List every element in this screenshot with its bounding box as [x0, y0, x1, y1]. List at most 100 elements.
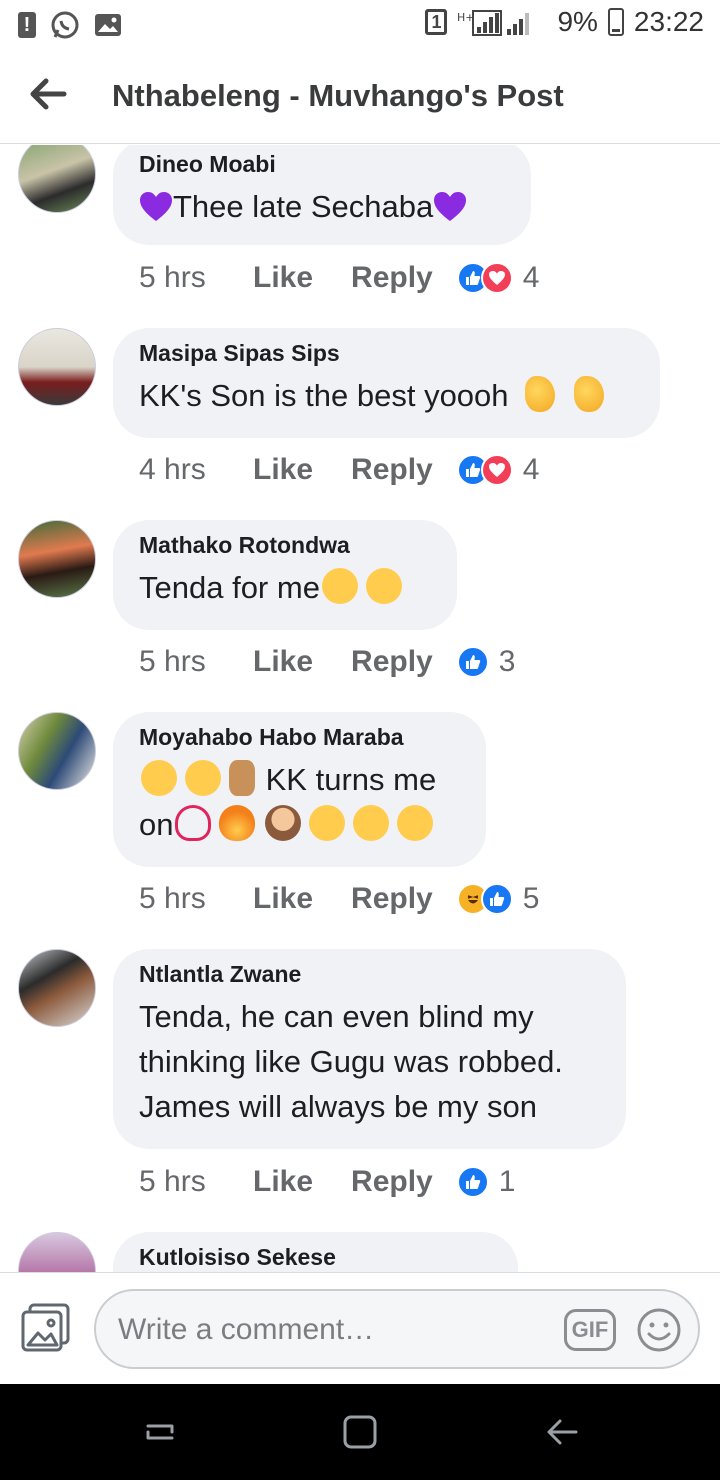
comment-time: 5 hrs: [139, 645, 206, 678]
alert-icon: !: [18, 12, 36, 38]
status-left-icons: !: [18, 10, 122, 40]
reaction-count: 4: [522, 453, 540, 486]
back-arrow-icon[interactable]: [26, 72, 70, 116]
comment-text: KK turns me: [139, 757, 460, 802]
love-reaction-icon: [480, 454, 513, 486]
purple-heart-emoji-icon: [140, 192, 172, 221]
crossed-fingers-emoji-icon: [229, 760, 255, 796]
comment-bubble[interactable]: Ntlantla Zwane Tenda, he can even blind …: [113, 949, 626, 1149]
tears-of-joy-emoji-icon: [185, 760, 221, 796]
comment-text-line2: on: [139, 802, 460, 847]
comments-list[interactable]: Dineo Moabi Thee late Sechaba 5 hrs Like…: [0, 145, 720, 1272]
comment-meta: 5 hrs Like Reply 5: [139, 882, 539, 916]
comment-text-line1: Tenda, he can even blind my: [139, 999, 534, 1034]
comment-composer: Write a comment… GIF: [0, 1272, 720, 1384]
yum-face-emoji-icon: [321, 568, 358, 604]
post-header: Nthabeleng - Muvhango's Post: [0, 50, 720, 144]
reaction-count: 3: [498, 645, 516, 678]
purple-heart-emoji-icon: [434, 192, 467, 221]
reaction-count: 1: [498, 1165, 516, 1198]
love-reaction-icon: [480, 262, 513, 294]
heart-eyes-emoji-icon: [309, 805, 346, 841]
reactions-summary[interactable]: 1: [456, 1165, 516, 1199]
comment-time: 4 hrs: [139, 453, 206, 486]
rofl-emoji-icon: [141, 760, 177, 796]
reactions-summary[interactable]: 4: [456, 453, 540, 487]
svg-text:H+: H+: [457, 11, 475, 24]
like-reaction-icon: [480, 883, 513, 915]
comment-text-line2: thinking like Gugu was robbed.: [139, 1044, 563, 1079]
ok-hand-emoji-icon: [525, 376, 556, 412]
system-nav-bar: [0, 1384, 720, 1480]
signal-icon: H+: [457, 10, 530, 36]
like-button[interactable]: Like: [253, 882, 313, 916]
comment-text-line3: James will always be my son: [139, 1089, 537, 1124]
recents-icon[interactable]: [140, 1412, 180, 1452]
kissing-face-emoji-icon: [365, 568, 402, 604]
kissing-heart-emoji-icon: [353, 805, 390, 841]
emoji-icon[interactable]: [636, 1307, 682, 1353]
comment-time: 5 hrs: [139, 261, 206, 294]
fire-emoji-icon: [219, 805, 256, 841]
page-title: Nthabeleng - Muvhango's Post: [112, 78, 564, 113]
reply-button[interactable]: Reply: [351, 882, 433, 916]
comment-bubble[interactable]: Kutloisiso Sekese: [113, 1232, 518, 1272]
reply-button[interactable]: Reply: [351, 261, 433, 295]
comment-text: Thee late Sechaba: [139, 184, 505, 229]
ok-hand-emoji-icon: [573, 376, 604, 412]
commenter-name[interactable]: Masipa Sipas Sips: [139, 340, 634, 367]
like-reaction-icon: [456, 646, 489, 678]
comment-bubble[interactable]: Mathako Rotondwa Tenda for me: [113, 520, 457, 630]
comment-meta: 5 hrs Like Reply 3: [139, 645, 515, 679]
avatar[interactable]: [18, 145, 96, 213]
commenter-name[interactable]: Mathako Rotondwa: [139, 532, 431, 559]
commenter-name[interactable]: Dineo Moabi: [139, 151, 505, 178]
comment-meta: 5 hrs Like Reply 1: [139, 1165, 515, 1199]
like-button[interactable]: Like: [253, 261, 313, 295]
comment-bubble[interactable]: Moyahabo Habo Maraba KK turns me on: [113, 712, 486, 867]
clock: 23:22: [633, 6, 704, 37]
comment-text: Tenda for me: [139, 565, 431, 610]
reply-button[interactable]: Reply: [351, 645, 433, 679]
status-right-icons: 1 H+ 9% 23:22: [425, 6, 704, 38]
like-reaction-icon: [456, 1166, 489, 1198]
battery-percent: 9%: [557, 6, 598, 37]
commenter-name[interactable]: Kutloisiso Sekese: [139, 1244, 492, 1271]
sim-badge: 1: [425, 9, 448, 35]
commenter-name[interactable]: Moyahabo Habo Maraba: [139, 724, 460, 751]
comment-bubble[interactable]: Dineo Moabi Thee late Sechaba: [113, 145, 531, 245]
status-bar: ! 1 H+ 9% 23:22: [0, 0, 720, 50]
avatar[interactable]: [18, 328, 96, 406]
comment-time: 5 hrs: [139, 1165, 206, 1198]
comment-meta: 5 hrs Like Reply 4: [139, 261, 539, 295]
like-button[interactable]: Like: [253, 645, 313, 679]
avatar[interactable]: [18, 520, 96, 598]
comment-bubble[interactable]: Masipa Sipas Sips KK's Son is the best y…: [113, 328, 660, 438]
reactions-summary[interactable]: 5: [456, 882, 540, 916]
home-icon[interactable]: [340, 1412, 380, 1452]
like-button[interactable]: Like: [253, 453, 313, 487]
reactions-summary[interactable]: 4: [456, 261, 540, 295]
avatar[interactable]: [18, 1232, 96, 1272]
gif-button[interactable]: GIF: [564, 1309, 616, 1351]
reaction-count: 4: [522, 261, 540, 294]
reactions-summary[interactable]: 3: [456, 645, 516, 679]
commenter-name[interactable]: Ntlantla Zwane: [139, 961, 600, 988]
reply-button[interactable]: Reply: [351, 1165, 433, 1199]
reply-button[interactable]: Reply: [351, 453, 433, 487]
like-button[interactable]: Like: [253, 1165, 313, 1199]
avatar[interactable]: [18, 949, 96, 1027]
comment-input[interactable]: Write a comment… GIF: [94, 1289, 700, 1369]
comment-meta: 4 hrs Like Reply 4: [139, 453, 539, 487]
back-icon[interactable]: [542, 1412, 582, 1452]
facepalm-emoji-icon: [265, 805, 302, 841]
photo-icon[interactable]: [20, 1303, 72, 1353]
avatar[interactable]: [18, 712, 96, 790]
gallery-icon: [95, 14, 121, 36]
comment-time: 5 hrs: [139, 882, 206, 915]
reaction-count: 5: [522, 882, 540, 915]
comment-text: KK's Son is the best yoooh: [139, 373, 634, 418]
whatsapp-icon: [51, 11, 79, 39]
hugging-face-emoji-icon: [397, 805, 434, 841]
comment-input-placeholder: Write a comment…: [118, 1313, 375, 1346]
